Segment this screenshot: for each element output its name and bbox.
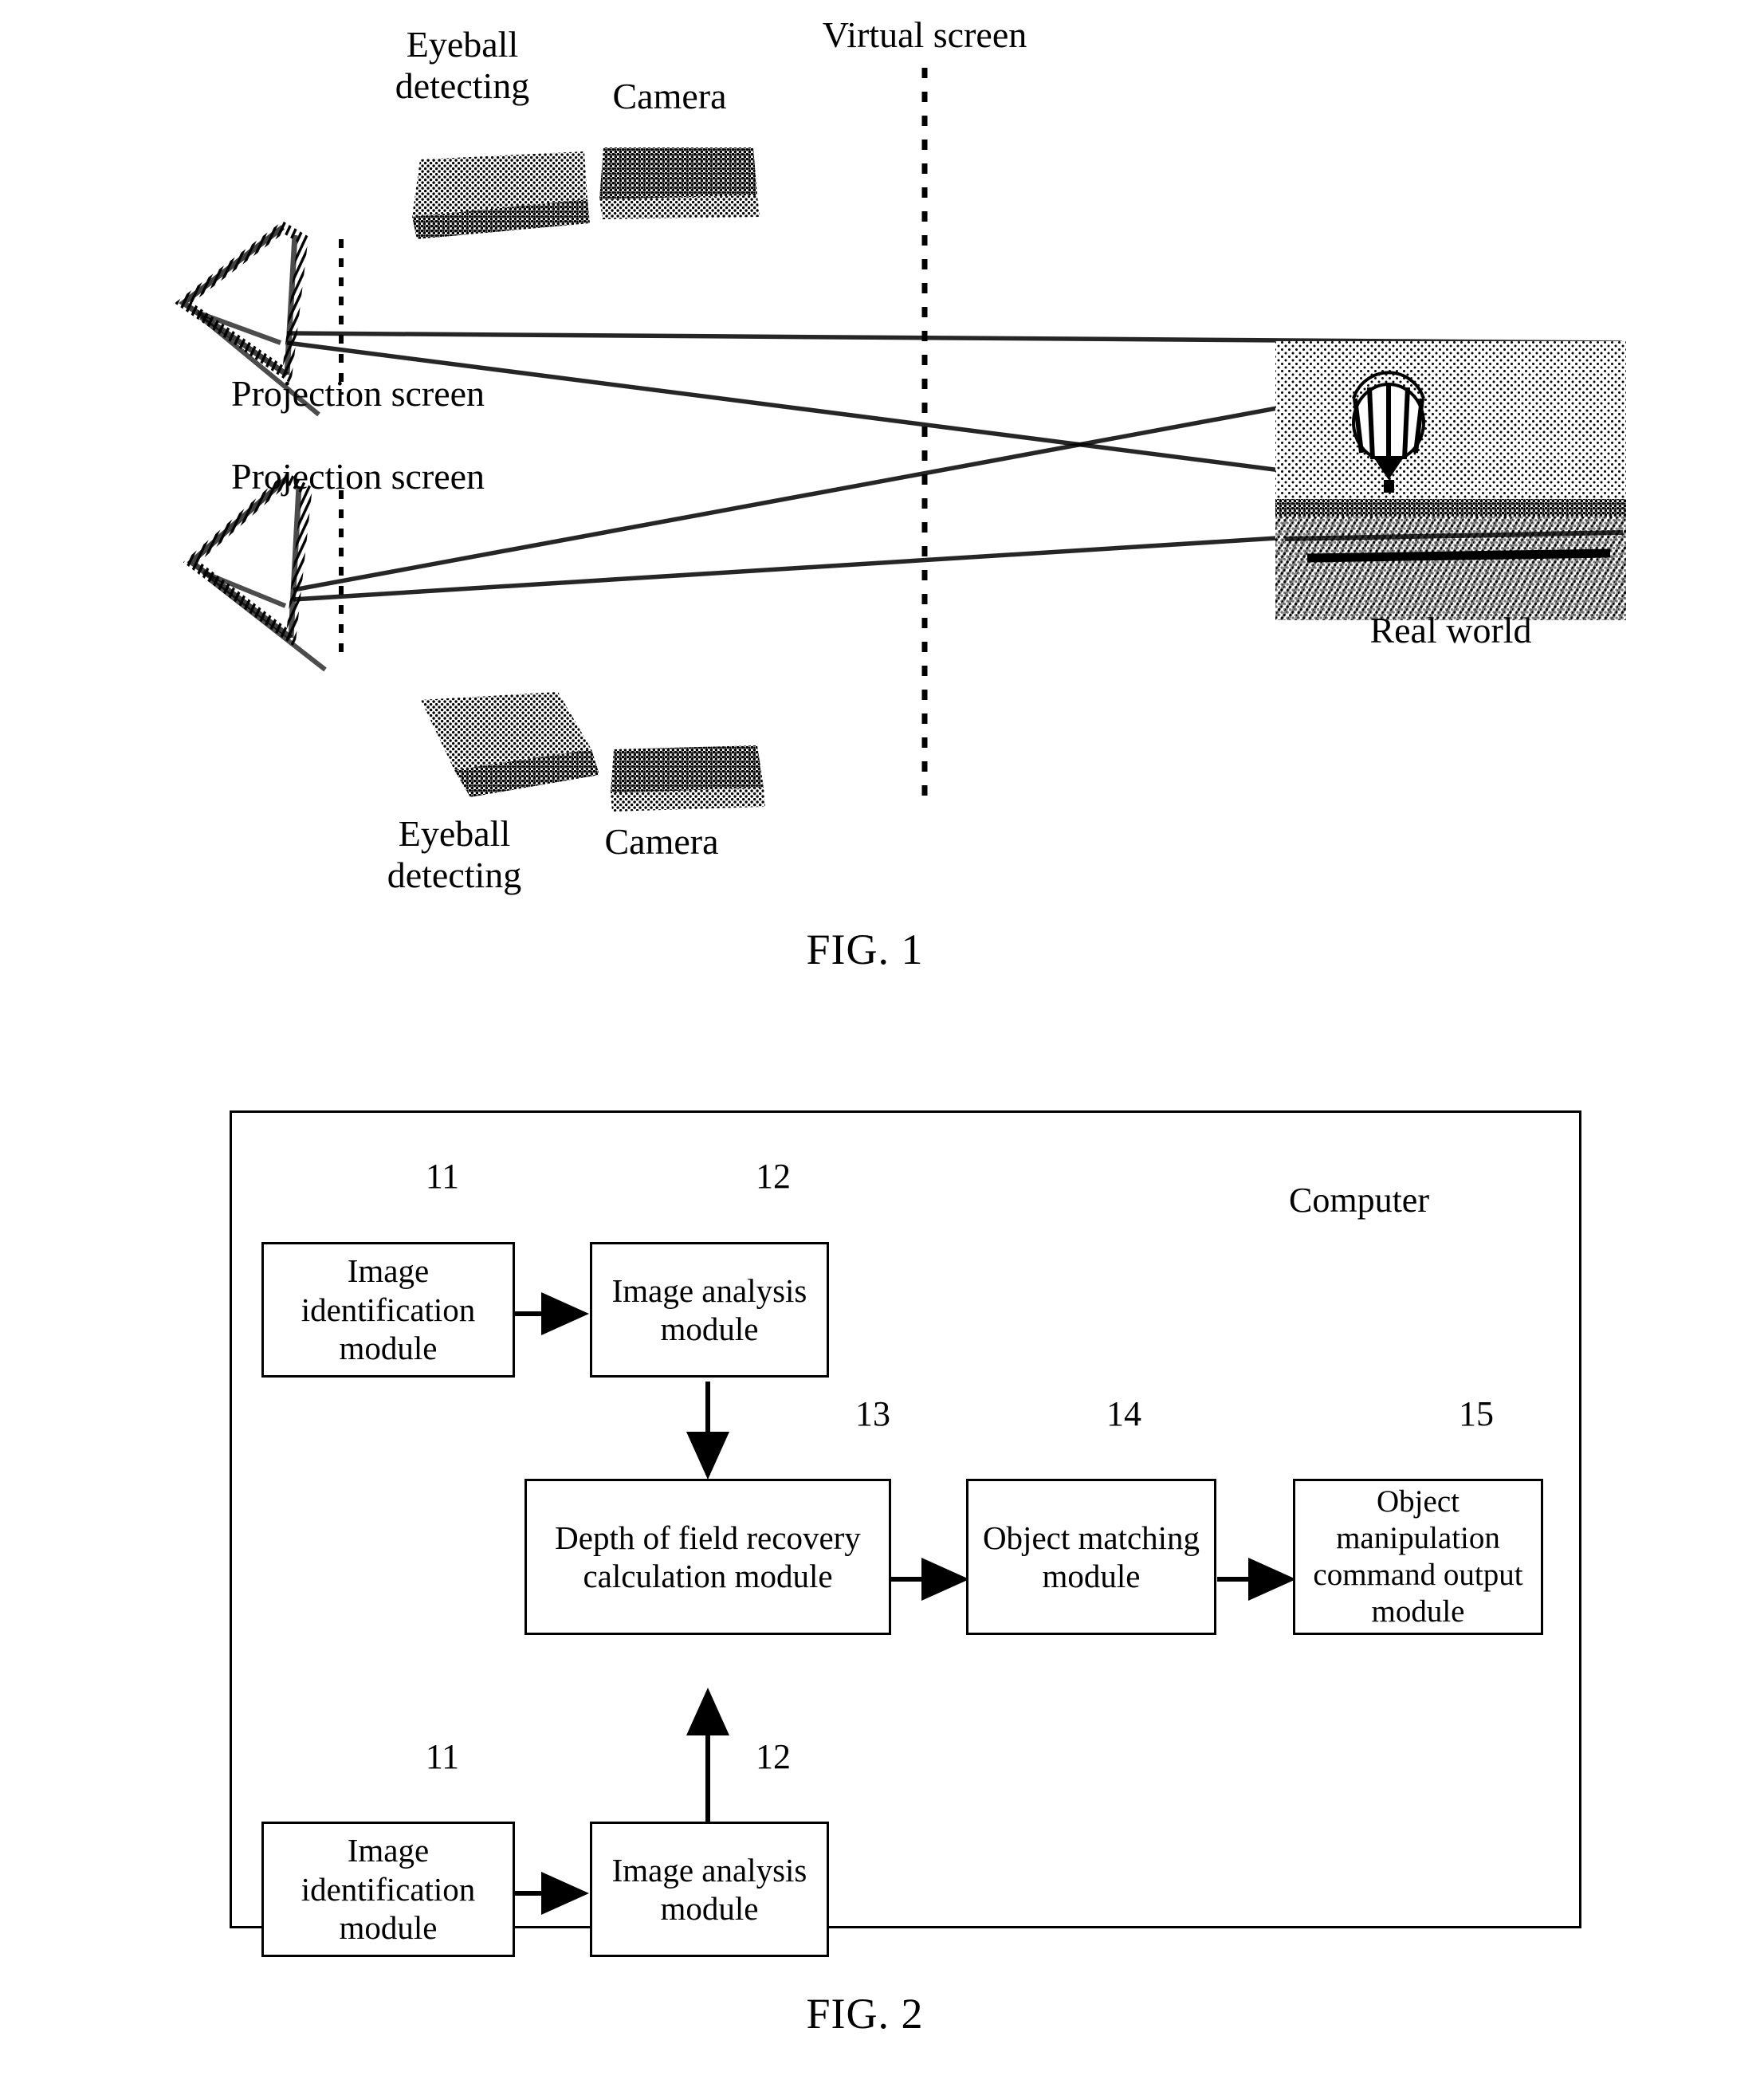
eyeball-detecting-device-top-icon bbox=[412, 151, 590, 239]
ref-numeral-11-top: 11 bbox=[425, 1157, 460, 1196]
module-object-manipulation-command-output[interactable]: Object manipulation command output modul… bbox=[1293, 1479, 1543, 1635]
label-virtual-screen: Virtual screen bbox=[822, 14, 1027, 55]
label-eyeball-detecting-top: Eyeball detecting bbox=[395, 24, 530, 106]
ref-numeral-12-top: 12 bbox=[756, 1157, 791, 1196]
module-image-analysis-top[interactable]: Image analysis module bbox=[590, 1242, 829, 1378]
module-image-identification-top[interactable]: Image identification module bbox=[261, 1242, 515, 1378]
camera-device-bottom-icon bbox=[611, 745, 765, 812]
figure-1-drawing bbox=[174, 68, 1626, 812]
eye-frustum-bottom-icon bbox=[183, 471, 327, 672]
figure-1-caption: FIG. 1 bbox=[806, 926, 924, 973]
ref-numeral-15: 15 bbox=[1459, 1394, 1494, 1433]
label-projection-screen-bottom: Projection screen bbox=[231, 456, 485, 497]
eyeball-detecting-device-bottom-icon bbox=[421, 692, 599, 797]
figure-2-caption: FIG. 2 bbox=[806, 1990, 924, 2038]
label-real-world: Real world bbox=[1369, 610, 1532, 650]
label-eyeball-detecting-bottom: Eyeball detecting bbox=[387, 813, 522, 895]
module-image-identification-bottom[interactable]: Image identification module bbox=[261, 1822, 515, 1957]
ref-numeral-12-bottom: 12 bbox=[756, 1737, 791, 1776]
module-object-matching[interactable]: Object matching module bbox=[966, 1479, 1216, 1635]
module-depth-of-field-recovery[interactable]: Depth of field recovery calculation modu… bbox=[524, 1479, 891, 1635]
patent-figure-page: Eyeball detecting Camera Virtual screen … bbox=[0, 0, 1764, 2091]
label-camera-top: Camera bbox=[612, 76, 727, 116]
label-camera-bottom: Camera bbox=[604, 821, 719, 862]
ref-numeral-11-bottom: 11 bbox=[425, 1737, 460, 1776]
module-image-analysis-bottom[interactable]: Image analysis module bbox=[590, 1822, 829, 1957]
ref-numeral-13: 13 bbox=[855, 1394, 890, 1433]
label-projection-screen-top: Projection screen bbox=[231, 373, 485, 414]
real-world-image bbox=[1275, 341, 1626, 620]
ref-numeral-14: 14 bbox=[1106, 1394, 1141, 1433]
camera-device-top-icon bbox=[599, 147, 760, 219]
